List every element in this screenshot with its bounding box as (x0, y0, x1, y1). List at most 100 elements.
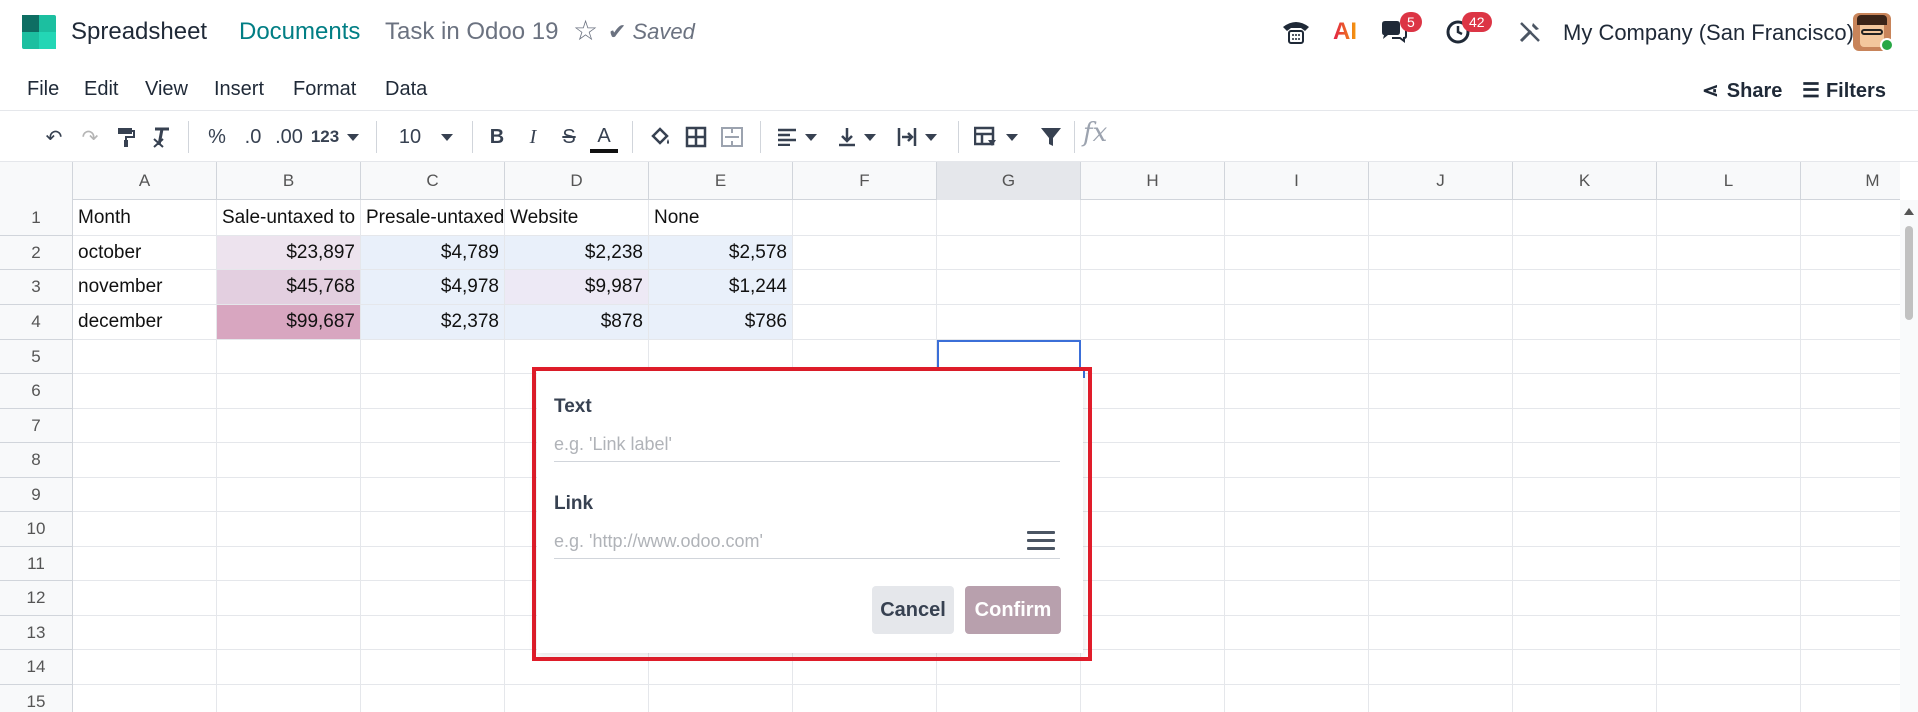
grid-cell[interactable]: $878 (505, 305, 649, 340)
grid-cell[interactable]: $23,897 (217, 236, 361, 270)
grid-cell[interactable] (793, 685, 937, 712)
grid-cell[interactable] (1657, 305, 1801, 340)
grid-cell[interactable] (73, 650, 217, 685)
grid-cell[interactable] (1657, 200, 1801, 236)
grid-cell[interactable] (1369, 374, 1513, 409)
grid-cell[interactable] (1081, 305, 1225, 340)
grid-cell[interactable] (1513, 340, 1657, 374)
grid-cell[interactable]: $1,244 (649, 270, 793, 305)
grid-cell[interactable] (1513, 478, 1657, 512)
scrollbar-thumb[interactable] (1905, 226, 1913, 320)
column-header-h[interactable]: H (1081, 162, 1225, 200)
column-header-l[interactable]: L (1657, 162, 1801, 200)
grid-cell[interactable] (1513, 443, 1657, 478)
grid-cell[interactable] (1225, 685, 1369, 712)
app-name[interactable]: Spreadsheet (71, 18, 207, 46)
grid-cell[interactable] (1081, 443, 1225, 478)
grid-cell[interactable] (361, 512, 505, 547)
grid-cell[interactable] (1657, 270, 1801, 305)
grid-cell[interactable] (1513, 581, 1657, 616)
grid-cell[interactable] (1801, 305, 1900, 340)
confirm-button[interactable]: Confirm (965, 586, 1061, 634)
grid-cell[interactable] (73, 478, 217, 512)
font-size-dropdown[interactable]: 10 (396, 123, 456, 151)
grid-cell[interactable]: $2,378 (361, 305, 505, 340)
grid-cell[interactable] (793, 305, 937, 340)
grid-cell[interactable] (1369, 305, 1513, 340)
grid-cell[interactable] (1513, 650, 1657, 685)
grid-cell[interactable] (1081, 374, 1225, 409)
grid-cell[interactable] (361, 443, 505, 478)
grid-cell[interactable] (793, 200, 937, 236)
grid-cell[interactable] (1801, 478, 1900, 512)
grid-cell[interactable] (1513, 409, 1657, 443)
grid-cell[interactable] (73, 374, 217, 409)
grid-cell[interactable] (1225, 305, 1369, 340)
grid-cell[interactable] (361, 650, 505, 685)
grid-cell[interactable] (1225, 340, 1369, 374)
tools-icon[interactable] (1515, 14, 1545, 50)
wrapping-dropdown[interactable] (894, 123, 940, 151)
grid-cell[interactable] (1801, 374, 1900, 409)
row-header[interactable]: 4 (0, 305, 73, 340)
column-header-i[interactable]: I (1225, 162, 1369, 200)
grid-cell[interactable] (1513, 200, 1657, 236)
grid-cell[interactable] (1801, 270, 1900, 305)
grid-cell[interactable] (1801, 200, 1900, 236)
grid-cell[interactable] (361, 616, 505, 650)
redo-icon[interactable]: ↷ (76, 123, 104, 151)
row-header[interactable]: 5 (0, 340, 73, 374)
grid-cell[interactable] (1081, 340, 1225, 374)
grid-cell[interactable] (1657, 409, 1801, 443)
grid-cell[interactable]: Sale-untaxed to (217, 200, 361, 236)
column-header-m[interactable]: M (1801, 162, 1900, 200)
clear-format-icon[interactable] (148, 123, 176, 151)
grid-cell[interactable]: $2,578 (649, 236, 793, 270)
grid-cell[interactable] (1801, 443, 1900, 478)
grid-cell[interactable] (73, 581, 217, 616)
row-header[interactable]: 12 (0, 581, 73, 616)
row-header[interactable]: 2 (0, 236, 73, 270)
phone-icon[interactable] (1280, 14, 1312, 50)
scroll-up-arrow-icon[interactable] (1904, 208, 1914, 215)
grid-cell[interactable] (1657, 581, 1801, 616)
menu-data[interactable]: Data (385, 78, 427, 101)
formula-bar-fx-icon[interactable]: fx (1083, 118, 1107, 148)
grid-cell[interactable] (361, 409, 505, 443)
grid-cell[interactable] (217, 650, 361, 685)
ai-icon[interactable]: AI (1330, 14, 1360, 50)
grid-cell[interactable] (1513, 305, 1657, 340)
grid-cell[interactable] (1081, 547, 1225, 581)
vertical-scrollbar[interactable] (1900, 200, 1918, 712)
grid-cell[interactable] (649, 685, 793, 712)
grid-cell[interactable] (1657, 512, 1801, 547)
breadcrumb-documents[interactable]: Documents (239, 18, 360, 46)
grid-cell[interactable] (361, 581, 505, 616)
vertical-align-dropdown[interactable] (834, 123, 880, 151)
grid-cell[interactable] (1513, 547, 1657, 581)
grid-cell[interactable] (361, 478, 505, 512)
column-header-j[interactable]: J (1369, 162, 1513, 200)
grid-cell[interactable] (1369, 236, 1513, 270)
row-header[interactable]: 15 (0, 685, 73, 712)
grid-cell[interactable] (1801, 616, 1900, 650)
grid-cell[interactable] (1081, 478, 1225, 512)
grid-cell[interactable] (361, 547, 505, 581)
grid-corner[interactable] (0, 162, 73, 200)
column-header-f[interactable]: F (793, 162, 937, 200)
grid-cell[interactable] (217, 547, 361, 581)
grid-cell[interactable] (1081, 685, 1225, 712)
grid-cell[interactable] (937, 200, 1081, 236)
grid-cell[interactable] (73, 512, 217, 547)
grid-cell[interactable] (1081, 270, 1225, 305)
grid-cell[interactable] (1369, 409, 1513, 443)
grid-cell[interactable]: $99,687 (217, 305, 361, 340)
star-icon[interactable]: ☆ (573, 16, 598, 46)
link-menu-icon[interactable] (1027, 531, 1055, 553)
menu-format[interactable]: Format (293, 78, 356, 101)
grid-cell[interactable] (1801, 340, 1900, 374)
grid-cell[interactable] (1081, 200, 1225, 236)
grid-cell[interactable] (1369, 478, 1513, 512)
grid-cell[interactable]: $4,789 (361, 236, 505, 270)
grid-cell[interactable] (1657, 443, 1801, 478)
